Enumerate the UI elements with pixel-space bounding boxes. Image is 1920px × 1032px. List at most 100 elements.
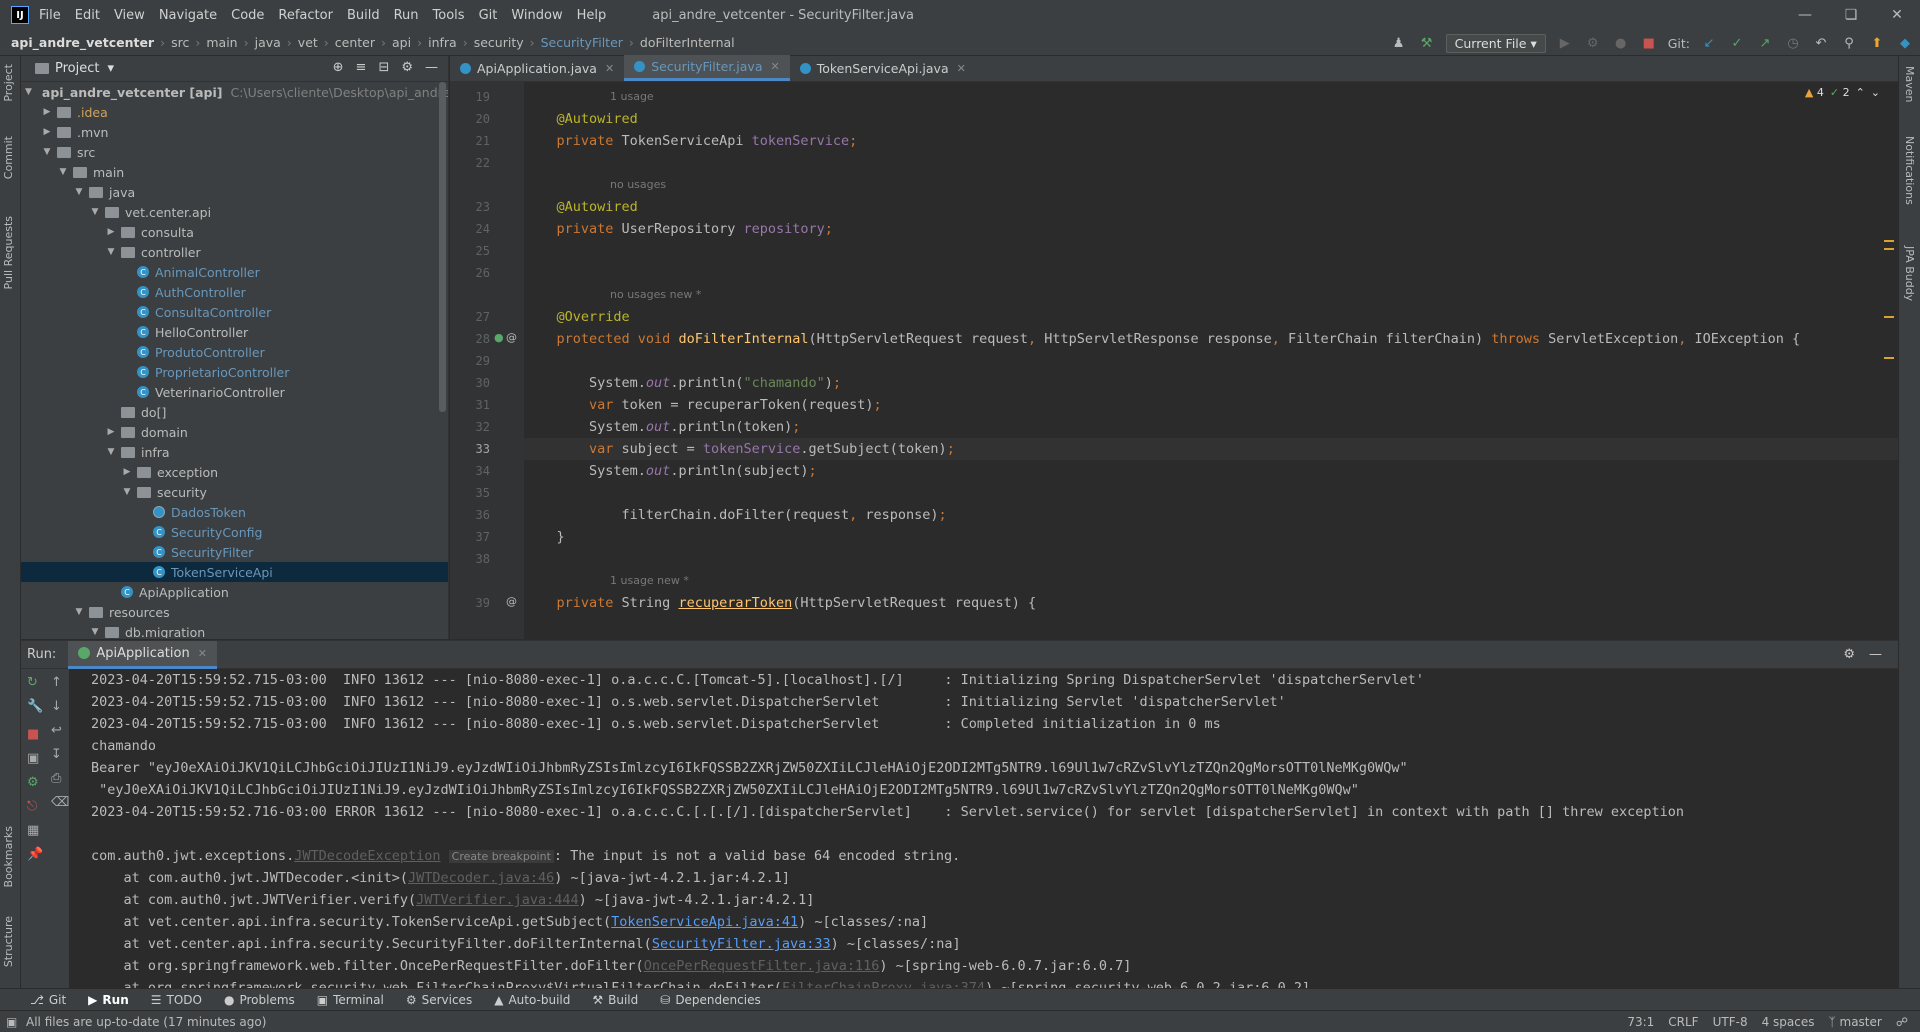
tree-node[interactable]: ▶ consulta — [21, 222, 448, 242]
chevron-down-icon[interactable]: ▼ — [73, 607, 85, 617]
menu-refactor[interactable]: Refactor — [278, 8, 333, 23]
git-branch[interactable]: ᛉ master — [1828, 1015, 1881, 1029]
coverage-icon[interactable]: ● — [1612, 34, 1630, 52]
tree-node[interactable]: ▶ .mvn — [21, 122, 448, 142]
usage-hint[interactable]: no usages — [610, 176, 666, 194]
tool-window-button-git[interactable]: ⎇ Git — [30, 993, 66, 1007]
close-icon[interactable]: ✕ — [957, 62, 966, 75]
hide-icon[interactable]: — — [425, 60, 438, 75]
build-hammer-icon[interactable]: ⚒ — [1418, 34, 1436, 52]
chevron-right-icon[interactable]: ▶ — [121, 467, 133, 477]
stop-icon[interactable]: ■ — [1640, 34, 1658, 52]
code-view[interactable]: ▲ 4 ✓ 2 ⌃ ⌄ 1 usage @Autowired private T… — [524, 82, 1898, 639]
tree-node[interactable]: C SecurityFilter — [21, 542, 448, 562]
close-icon[interactable]: ✕ — [605, 62, 614, 75]
debug-icon[interactable]: ⚙ — [1584, 34, 1602, 52]
tool-window-button-services[interactable]: ⚙ Services — [406, 993, 472, 1007]
run-tab[interactable]: ApiApplication ✕ — [68, 640, 217, 669]
close-icon[interactable]: ✕ — [198, 647, 207, 660]
debug-icon[interactable]: ⚙ — [27, 775, 39, 790]
notifications-tool-button[interactable]: Notifications — [1903, 136, 1916, 205]
print-icon[interactable]: ⎙ — [51, 771, 61, 786]
run-icon[interactable]: ▶ — [1556, 34, 1574, 52]
breadcrumb-item[interactable]: java — [255, 35, 281, 50]
menu-tools[interactable]: Tools — [433, 8, 465, 23]
override-gutter-icon[interactable]: ● — [494, 331, 504, 344]
maven-tool-button[interactable]: Maven — [1903, 66, 1916, 102]
tree-node[interactable]: ▶ exception — [21, 462, 448, 482]
status-toggle-icon[interactable]: ▣ — [6, 1015, 17, 1029]
camera-icon[interactable]: ▣ — [27, 751, 39, 766]
stack-frame-link[interactable]: JWTDecoder.java:46 — [408, 870, 554, 886]
menu-help[interactable]: Help — [577, 8, 607, 23]
collapse-all-icon[interactable]: ⊟ — [378, 60, 389, 75]
tree-node[interactable]: C TokenServiceApi — [21, 562, 448, 582]
rollback-icon[interactable]: ↶ — [1812, 34, 1830, 52]
close-icon[interactable]: ✕ — [771, 60, 780, 73]
annotation-gutter-icon[interactable]: @ — [506, 331, 517, 344]
tree-node[interactable]: C AuthController — [21, 282, 448, 302]
lock-icon[interactable]: ☍ — [1896, 1015, 1908, 1029]
chevron-down-icon[interactable]: ▾ — [107, 61, 114, 76]
chevron-down-icon[interactable]: ▼ — [105, 447, 117, 457]
caret-position[interactable]: 73:1 — [1627, 1015, 1654, 1029]
chevron-right-icon[interactable]: ▶ — [105, 227, 117, 237]
chevron-down-icon[interactable]: ▼ — [89, 207, 101, 217]
tree-node[interactable]: C ApiApplication — [21, 582, 448, 602]
stack-frame-link[interactable]: OncePerRequestFilter.java:116 — [644, 958, 880, 974]
breadcrumb-item[interactable]: api_andre_vetcenter — [11, 35, 154, 50]
usage-hint[interactable]: 1 usage — [610, 88, 654, 106]
stack-frame-link[interactable]: SecurityFilter.java:33 — [652, 936, 831, 952]
breadcrumb-item[interactable]: infra — [428, 35, 457, 50]
tree-node[interactable]: ▼ resources — [21, 602, 448, 622]
tree-node[interactable]: ▼ vet.center.api — [21, 202, 448, 222]
git-push-icon[interactable]: ↗ — [1756, 34, 1774, 52]
tree-node[interactable]: C ProprietarioController — [21, 362, 448, 382]
editor-tab[interactable]: TokenServiceApi.java ✕ — [790, 55, 976, 81]
project-tool-button[interactable]: Project — [2, 64, 15, 102]
update-icon[interactable]: ⬆ — [1868, 34, 1886, 52]
tool-window-button-build[interactable]: ⚒ Build — [592, 993, 638, 1007]
breadcrumb-item[interactable]: vet — [298, 35, 318, 50]
expand-all-icon[interactable]: ≡ — [356, 60, 367, 75]
tool-window-button-problems[interactable]: ● Problems — [224, 993, 295, 1007]
usage-hint[interactable]: no usages new * — [610, 286, 701, 304]
tree-node[interactable]: ▼ db.migration — [21, 622, 448, 639]
git-commit-icon[interactable]: ✓ — [1728, 34, 1746, 52]
tree-scrollbar[interactable] — [439, 82, 446, 412]
chevron-down-icon[interactable]: ▼ — [89, 627, 101, 637]
menu-code[interactable]: Code — [231, 8, 264, 23]
git-update-icon[interactable]: ↙ — [1700, 34, 1718, 52]
scroll-to-end-icon[interactable]: ↧ — [51, 747, 62, 762]
tree-node[interactable]: ▼ controller — [21, 242, 448, 262]
tree-node[interactable]: ▼ infra — [21, 442, 448, 462]
tool-window-button-todo[interactable]: ☰ TODO — [151, 993, 202, 1007]
rerun-icon[interactable]: ↻ — [27, 675, 38, 690]
tree-node[interactable]: C VeterinarioController — [21, 382, 448, 402]
bookmarks-tool-button[interactable]: Bookmarks — [2, 826, 15, 887]
menu-navigate[interactable]: Navigate — [159, 8, 217, 23]
chevron-up-icon[interactable]: ⌃ — [1856, 86, 1865, 99]
menu-window[interactable]: Window — [511, 8, 562, 23]
search-icon[interactable]: ⚲ — [1840, 34, 1858, 52]
breadcrumb-item[interactable]: center — [335, 35, 375, 50]
chevron-down-icon[interactable]: ▼ — [73, 187, 85, 197]
commit-tool-button[interactable]: Commit — [2, 136, 15, 179]
run-configuration-select[interactable]: Current File ▾ — [1445, 33, 1546, 53]
tree-node[interactable]: ▼ src — [21, 142, 448, 162]
tree-node[interactable]: ▼ api_andre_vetcenter [api] C:\Users\clien… — [21, 82, 448, 102]
create-breakpoint-button[interactable]: Create breakpoint — [448, 850, 554, 863]
minimize-icon[interactable]: — — [1782, 0, 1828, 30]
jetbrains-ai-icon[interactable]: ◆ — [1896, 34, 1914, 52]
tree-node[interactable]: ▶ domain — [21, 422, 448, 442]
menu-run[interactable]: Run — [394, 8, 419, 23]
stack-frame-link[interactable]: JWTVerifier.java:444 — [416, 892, 579, 908]
tree-node[interactable]: C ConsultaController — [21, 302, 448, 322]
restore-icon[interactable]: ❏ — [1828, 0, 1874, 30]
structure-tool-button[interactable]: Structure — [2, 916, 15, 967]
wrench-icon[interactable]: 🔧 — [27, 699, 43, 714]
status-message[interactable]: All files are up-to-date (17 minutes ago… — [26, 1015, 266, 1029]
warning-marker[interactable] — [1884, 248, 1894, 250]
menu-build[interactable]: Build — [347, 8, 380, 23]
tree-node[interactable]: C AnimalController — [21, 262, 448, 282]
